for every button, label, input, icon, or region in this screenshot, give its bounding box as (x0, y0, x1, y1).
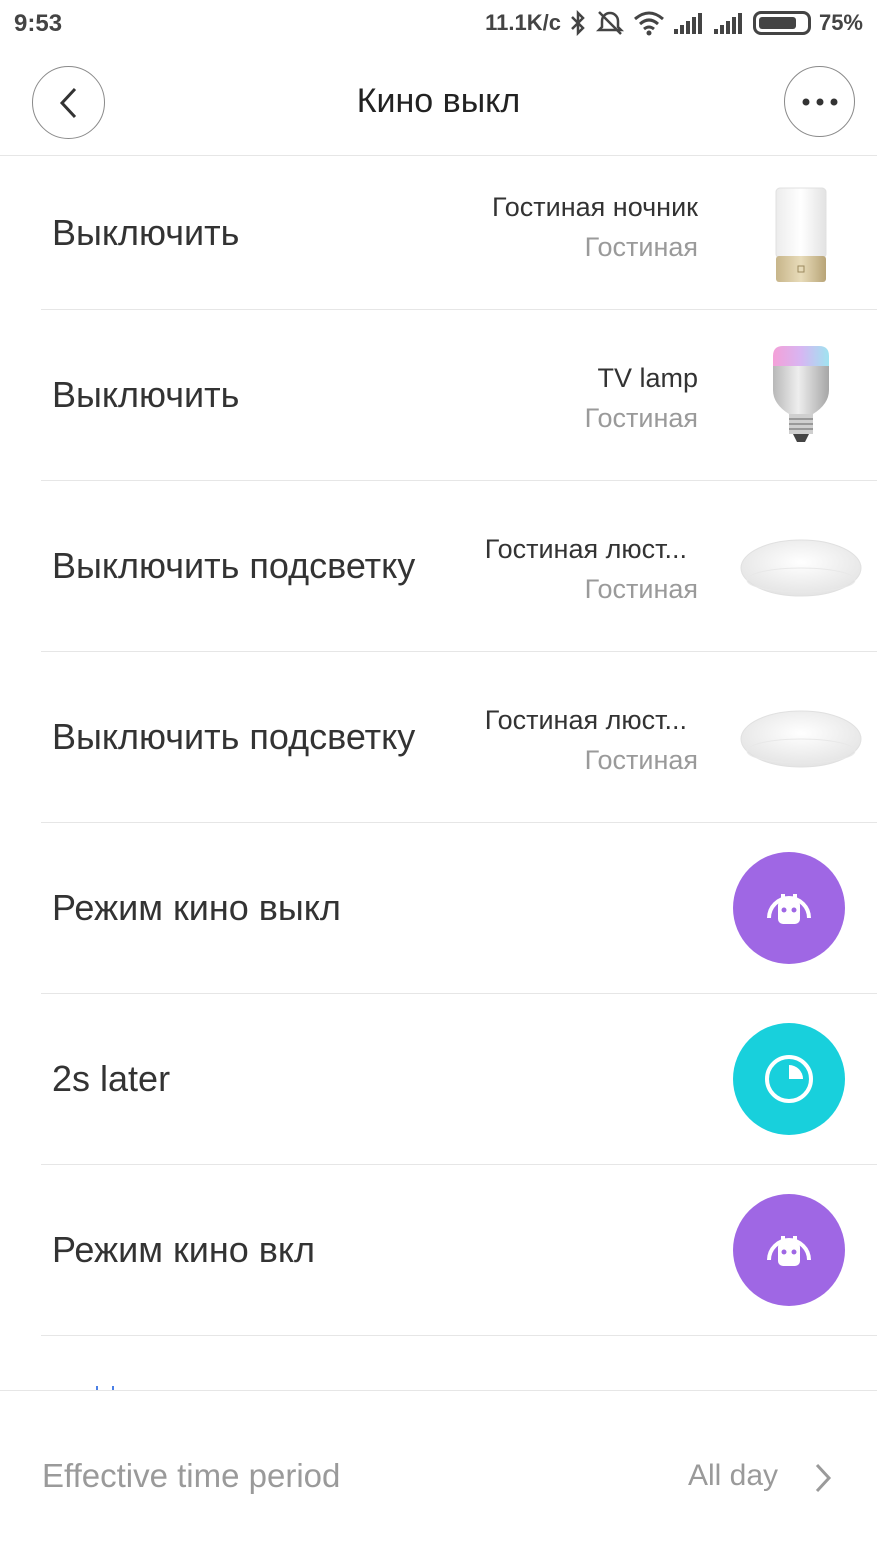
device-name: Гостиная люст... (484, 705, 687, 735)
battery-percent: 75% (818, 10, 863, 35)
action-label: Выключить (52, 374, 240, 415)
action-list: Выключить Гостиная ночник Гостиная Выклю… (0, 157, 877, 1336)
device-name: TV lamp (597, 363, 698, 393)
add-action-peek (0, 1340, 877, 1390)
effective-time-label: Effective time period (42, 1457, 341, 1494)
status-bar: 9:53 11.1K/c 75% (0, 0, 877, 50)
signal-icon (713, 8, 745, 38)
device-info: Гостиная люст... Гостиная (484, 529, 698, 609)
action-row[interactable]: Режим кино выкл (41, 823, 877, 994)
bedside-lamp-image (731, 175, 871, 297)
wifi-icon (633, 8, 665, 38)
network-speed: 11.1K/c (485, 10, 561, 35)
battery-icon (752, 8, 811, 38)
action-label: Режим кино выкл (52, 887, 341, 928)
action-row[interactable]: Выключить TV lamp Гостиная (41, 310, 877, 481)
more-dots-icon (802, 98, 837, 105)
ceiling-light-image (731, 531, 871, 601)
more-button[interactable] (784, 66, 855, 137)
action-row[interactable]: Выключить Гостиная ночник Гостиная (41, 157, 877, 310)
signal-icon (673, 8, 705, 38)
chevron-right-icon (812, 1461, 834, 1500)
timer-icon (733, 1023, 845, 1135)
action-label: 2s later (52, 1058, 171, 1099)
action-row[interactable]: Выключить подсветку Гостиная люст... Гос… (41, 652, 877, 823)
alarm-off-icon (595, 8, 625, 38)
scene-robot-icon (733, 852, 845, 964)
device-room: Гостиная (584, 403, 698, 433)
scene-robot-icon (733, 1194, 845, 1306)
action-row[interactable]: Режим кино вкл (41, 1165, 877, 1336)
device-info: Гостиная люст... Гостиная (484, 700, 698, 780)
device-name: Гостиная ночник (491, 192, 698, 222)
action-label: Режим кино вкл (52, 1229, 316, 1270)
effective-time-value: All day (688, 1459, 779, 1492)
color-bulb-image (731, 340, 871, 452)
device-room: Гостиная (584, 745, 698, 775)
effective-time-row[interactable]: Effective time period All day (0, 1390, 877, 1559)
action-row[interactable]: 2s later (41, 994, 877, 1165)
action-label: Выключить (52, 212, 240, 253)
header: Кино выкл (0, 50, 877, 156)
device-room: Гостиная (584, 232, 698, 262)
action-label: Выключить подсветку (52, 545, 416, 586)
status-icons: 11.1K/c 75% (485, 8, 863, 38)
device-info: Гостиная ночник Гостиная (492, 187, 698, 267)
bluetooth-icon (569, 8, 587, 38)
status-time: 9:53 (14, 10, 63, 37)
action-row[interactable]: Выключить подсветку Гостиная люст... Гос… (41, 481, 877, 652)
action-label: Выключить подсветку (52, 716, 416, 757)
ceiling-light-image (731, 702, 871, 772)
device-name: Гостиная люст... (484, 534, 687, 564)
device-info: TV lamp Гостиная (585, 358, 698, 438)
page-title: Кино выкл (356, 82, 521, 120)
device-room: Гостиная (584, 574, 698, 604)
